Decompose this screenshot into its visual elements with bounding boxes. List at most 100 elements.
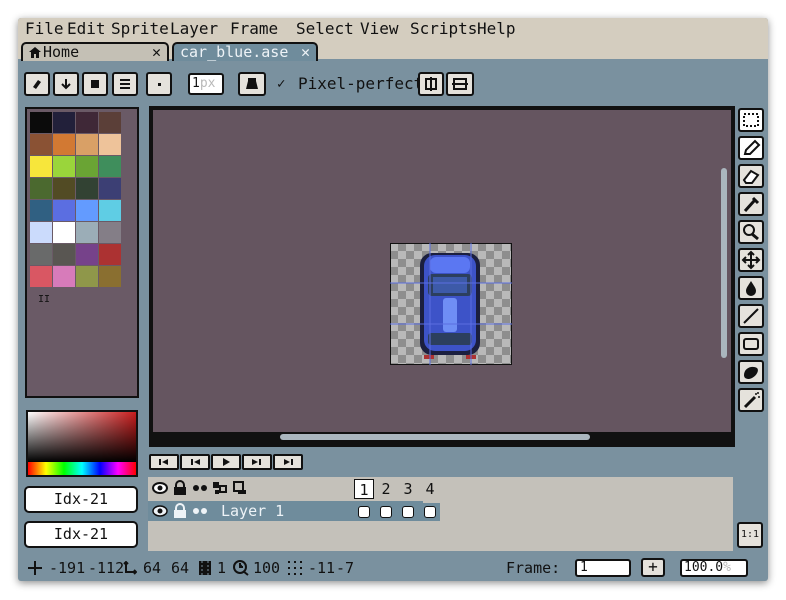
onion-skin-icon[interactable]	[211, 480, 229, 496]
menu-select[interactable]: Select	[296, 19, 354, 39]
rectangle-tool[interactable]	[738, 332, 764, 356]
play-button[interactable]	[211, 454, 241, 470]
sprite-canvas[interactable]	[390, 243, 512, 365]
rectangular-marquee-tool[interactable]	[738, 108, 764, 132]
menu-scripts[interactable]: Scripts	[410, 19, 477, 39]
palette-swatch[interactable]	[76, 222, 98, 243]
palette-swatch[interactable]	[30, 178, 52, 199]
cel-frame-4[interactable]	[420, 503, 440, 521]
layer-link-icon[interactable]	[231, 480, 249, 496]
timeline-zoom-button[interactable]: 1:1	[737, 522, 763, 548]
pixel-perfect-checkbox[interactable]: ✓	[277, 74, 285, 94]
layer-unlocked-icon[interactable]	[171, 503, 189, 519]
palette-swatch[interactable]	[30, 134, 52, 155]
frame-header-3[interactable]: 3	[398, 479, 418, 499]
palette-swatch[interactable]	[99, 134, 121, 155]
palette-swatch[interactable]	[53, 200, 75, 221]
move-tool[interactable]	[738, 248, 764, 272]
cel-frame-2[interactable]	[376, 503, 396, 521]
palette-swatch[interactable]	[99, 222, 121, 243]
palette-swatch[interactable]	[53, 112, 75, 133]
first-frame-button[interactable]	[149, 454, 179, 470]
palette-swatch[interactable]	[76, 112, 98, 133]
palette-swatch[interactable]	[53, 266, 75, 287]
palette-swatch[interactable]	[76, 156, 98, 177]
menu-view[interactable]: View	[360, 19, 399, 39]
palette-swatch[interactable]	[76, 134, 98, 155]
palette-swatch[interactable]	[53, 178, 75, 199]
menu-help[interactable]: Help	[477, 19, 516, 39]
next-frame-button[interactable]	[242, 454, 272, 470]
palette-swatch[interactable]	[30, 266, 52, 287]
cel-frame-3[interactable]	[398, 503, 418, 521]
menu-edit[interactable]: Edit	[67, 19, 106, 39]
editor-canvas[interactable]	[153, 110, 720, 432]
palette-swatch[interactable]	[53, 156, 75, 177]
contour-tool[interactable]	[738, 360, 764, 384]
spray-tool[interactable]	[738, 388, 764, 412]
palette-swatch[interactable]	[76, 266, 98, 287]
ink-lines-button[interactable]	[112, 72, 138, 96]
add-frame-button[interactable]: +	[641, 558, 665, 577]
palette-swatch[interactable]	[99, 112, 121, 133]
ink-square-button[interactable]	[82, 72, 108, 96]
eyedropper-tool[interactable]	[738, 192, 764, 216]
palette-resize-handle[interactable]: II	[38, 294, 50, 305]
color-sv-field[interactable]	[28, 412, 136, 462]
palette-swatch[interactable]	[53, 134, 75, 155]
palette-swatch[interactable]	[30, 112, 52, 133]
brush-type-button[interactable]	[146, 72, 172, 96]
brush-size-input[interactable]: 1px	[188, 73, 224, 95]
eraser-tool[interactable]	[738, 164, 764, 188]
last-frame-button[interactable]	[273, 454, 303, 470]
frame-input[interactable]: 1	[575, 559, 631, 577]
symmetry-horizontal-button[interactable]	[446, 72, 474, 96]
line-tool[interactable]	[738, 304, 764, 328]
palette-swatch[interactable]	[30, 156, 52, 177]
menu-sprite[interactable]: Sprite	[111, 19, 169, 39]
layer-continuous-icon[interactable]	[191, 503, 209, 519]
layer-visible-eye-icon[interactable]	[151, 503, 169, 519]
palette-swatch[interactable]	[76, 244, 98, 265]
frame-header-1[interactable]: 1	[354, 479, 374, 499]
zoom-input[interactable]: 100.0%	[680, 559, 748, 577]
lock-icon[interactable]	[171, 480, 189, 496]
color-picker[interactable]	[26, 410, 138, 477]
palette-swatch[interactable]	[99, 266, 121, 287]
visibility-eye-icon[interactable]	[151, 480, 169, 496]
brush-angle-button[interactable]	[238, 72, 266, 96]
palette-swatch[interactable]	[99, 244, 121, 265]
menu-frame[interactable]: Frame	[230, 19, 278, 39]
tab-home-close-icon[interactable]: ✕	[152, 44, 161, 60]
tab-document[interactable]: car_blue.ase ✕	[172, 42, 318, 61]
palette-swatch[interactable]	[99, 156, 121, 177]
background-color-button[interactable]: Idx-21	[24, 521, 138, 548]
ink-down-button[interactable]	[53, 72, 79, 96]
palette-swatch[interactable]	[99, 178, 121, 199]
horizontal-scroll-thumb[interactable]	[280, 434, 590, 440]
menu-file[interactable]: File	[25, 19, 64, 39]
palette-swatch[interactable]	[30, 244, 52, 265]
cel-frame-1[interactable]	[354, 503, 374, 521]
color-hue-bar[interactable]	[28, 462, 136, 475]
fill-tool[interactable]	[738, 276, 764, 300]
palette-swatch[interactable]	[53, 222, 75, 243]
palette-swatch[interactable]	[30, 222, 52, 243]
previous-frame-button[interactable]	[180, 454, 210, 470]
layer-name[interactable]: Layer 1	[221, 501, 284, 521]
palette-swatch[interactable]	[53, 244, 75, 265]
palette-swatch[interactable]	[99, 200, 121, 221]
frame-header-2[interactable]: 2	[376, 479, 396, 499]
ink-simple-button[interactable]	[24, 72, 50, 96]
zoom-tool[interactable]	[738, 220, 764, 244]
vertical-scroll-thumb[interactable]	[721, 168, 727, 358]
tab-home[interactable]: Home ✕	[21, 42, 169, 61]
foreground-color-button[interactable]: Idx-21	[24, 486, 138, 513]
palette-swatch[interactable]	[30, 200, 52, 221]
symmetry-vertical-button[interactable]	[418, 72, 444, 96]
frame-header-4[interactable]: 4	[420, 479, 440, 499]
continuous-icon[interactable]	[191, 480, 209, 496]
palette-swatch[interactable]	[76, 200, 98, 221]
menu-layer[interactable]: Layer	[170, 19, 218, 39]
tab-document-close-icon[interactable]: ✕	[301, 44, 310, 60]
